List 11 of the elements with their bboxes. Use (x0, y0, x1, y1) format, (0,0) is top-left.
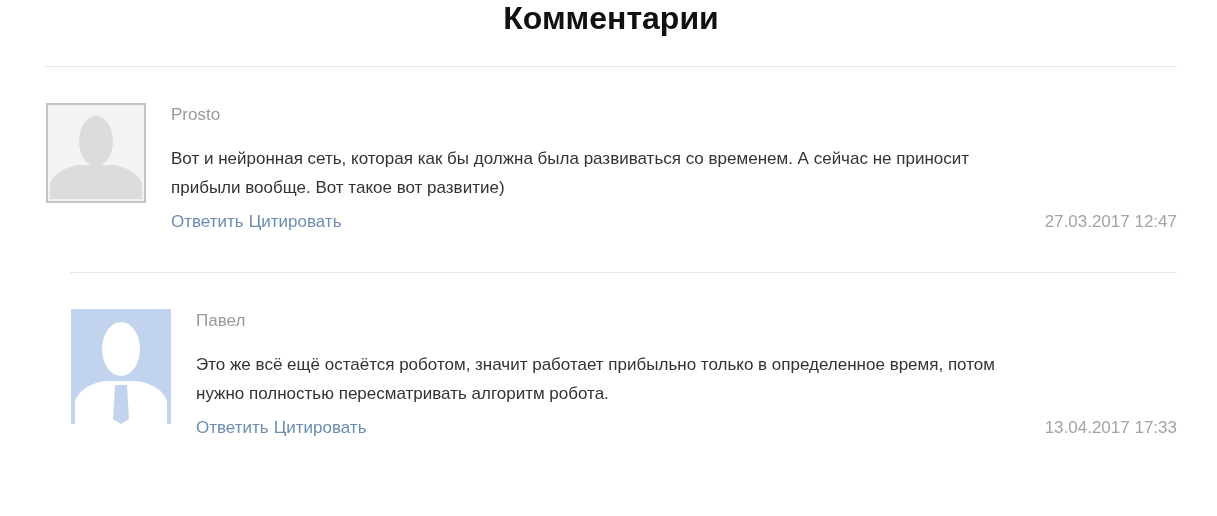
author-name: Prosto (171, 104, 222, 126)
comment-text: Это же всё ещё остаётся роботом, значит работает прибыльно только в определенное время, потом нужно полностью пересматривать алгоритм робота. (196, 354, 996, 405)
author-name: Павел (196, 310, 247, 332)
section-title: Комментарии (45, 0, 1177, 67)
comment-text: Вот и нейронная сеть, которая как бы должна была развиваться со временем. А сейчас не приносит прибыли вообще. Вот такое вот развитие) (171, 148, 970, 199)
comment-action-link[interactable]: Цитировать (273, 418, 367, 438)
comment-date: 27.03.2017 12:47 (1044, 212, 1177, 232)
comment-action-link[interactable]: Цитировать (248, 212, 342, 232)
comment-action-link[interactable]: Ответить (171, 212, 244, 232)
comment-action-link[interactable]: Ответить (196, 418, 269, 438)
comment-date: 13.04.2017 17:33 (1044, 418, 1177, 438)
